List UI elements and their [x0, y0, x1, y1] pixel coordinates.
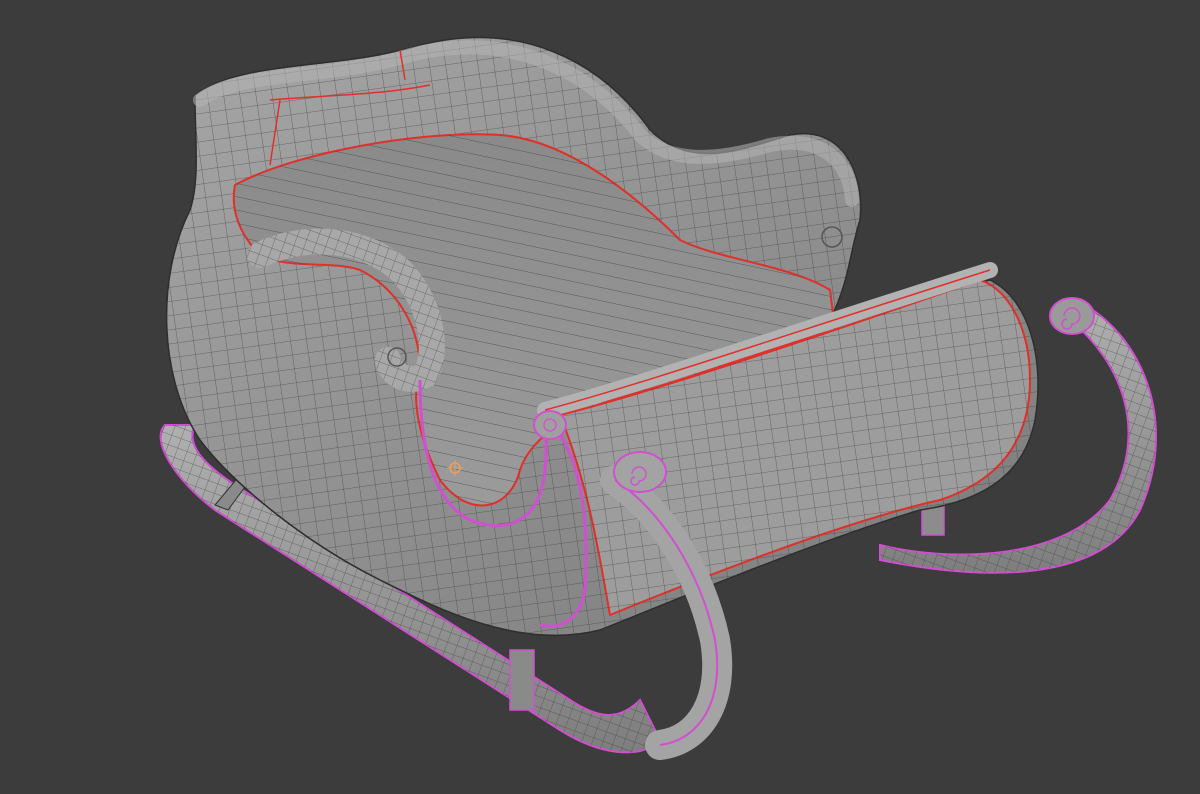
sleigh-body[interactable] — [165, 36, 1039, 760]
viewport-canvas[interactable] — [0, 0, 1200, 794]
runner-scroll-right — [1049, 297, 1095, 335]
runner-strut-front — [509, 649, 535, 711]
3d-viewport[interactable] — [0, 0, 1200, 794]
front-scroll-left — [533, 410, 567, 440]
front-scroll-center — [613, 451, 667, 493]
